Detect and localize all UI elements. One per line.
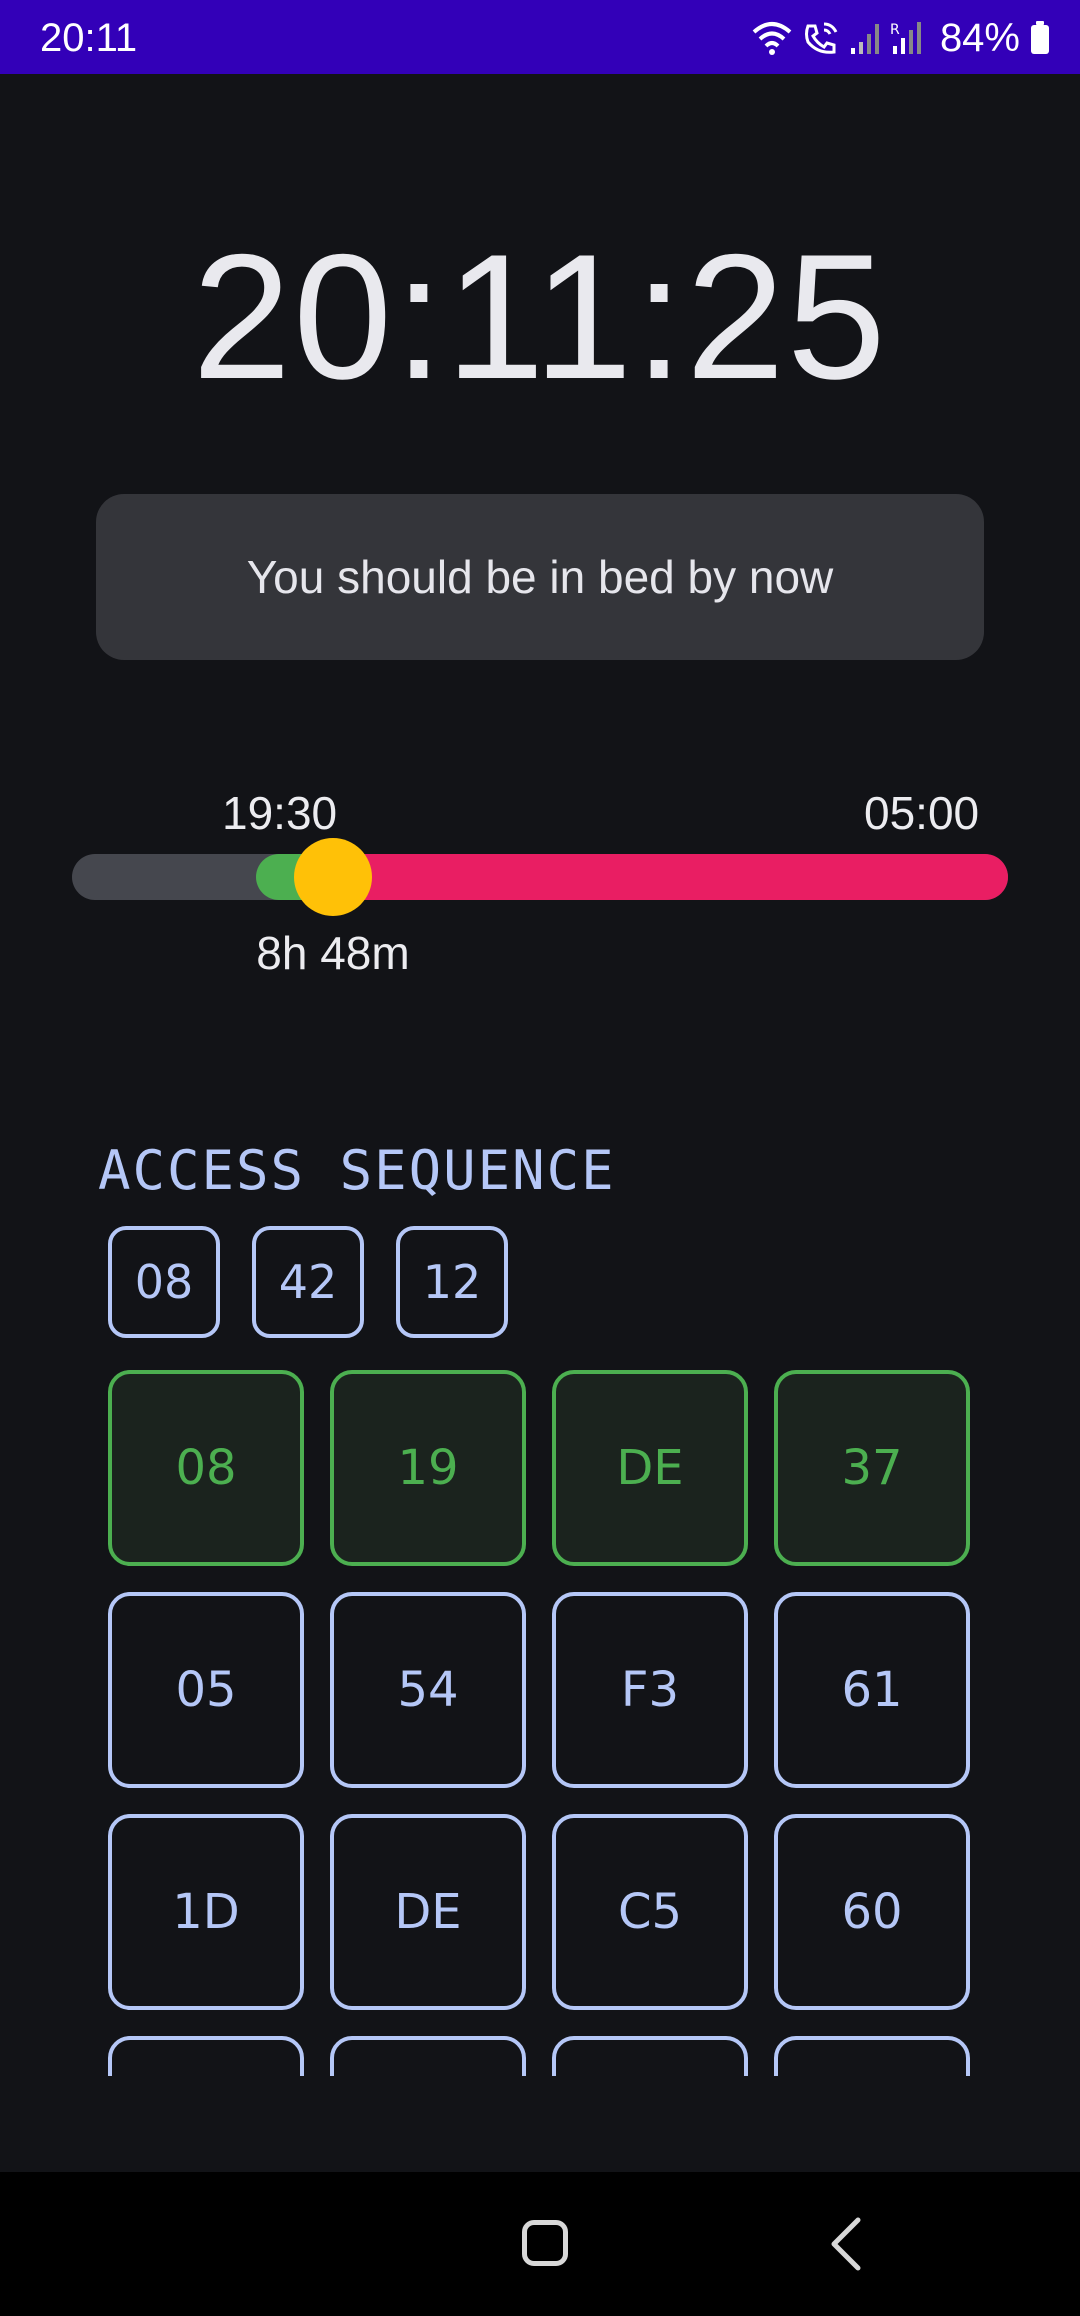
bedtime-message: You should be in bed by now (246, 551, 834, 603)
signal-icon (850, 20, 880, 56)
matrix-cell[interactable] (330, 2036, 526, 2076)
home-icon[interactable] (522, 2220, 568, 2266)
bedtime-message-card: You should be in bed by now (96, 494, 984, 660)
matrix-cell[interactable]: 08 (108, 1370, 304, 1566)
code-matrix: 08 19 DE 37 05 54 F3 61 1D DE C5 60 (0, 1360, 1080, 2076)
matrix-cell[interactable] (552, 2036, 748, 2076)
sleep-duration-label: 8h 48m (256, 927, 410, 979)
signal-roaming-icon: R (890, 20, 924, 56)
wifi-icon (752, 20, 792, 56)
access-sequence-title: ACCESS SEQUENCE (98, 1139, 616, 1202)
sequence-item: 42 (252, 1226, 364, 1338)
matrix-cell[interactable]: C5 (552, 1814, 748, 2010)
battery-icon (1030, 21, 1050, 55)
matrix-cell[interactable]: DE (330, 1814, 526, 2010)
back-icon[interactable] (828, 2216, 864, 2277)
matrix-cell[interactable]: 60 (774, 1814, 970, 2010)
current-time-display: 20:11:25 (192, 217, 888, 416)
matrix-cell[interactable]: 61 (774, 1592, 970, 1788)
matrix-cell[interactable]: 05 (108, 1592, 304, 1788)
svg-text:R: R (890, 22, 900, 38)
matrix-cell[interactable]: 19 (330, 1370, 526, 1566)
sleep-range-track (72, 854, 1008, 900)
matrix-cell[interactable] (774, 2036, 970, 2076)
matrix-cell[interactable]: DE (552, 1370, 748, 1566)
sequence-item: 12 (396, 1226, 508, 1338)
matrix-cell[interactable]: F3 (552, 1592, 748, 1788)
status-icons: R 84% (752, 14, 1050, 62)
wifi-calling-icon (802, 20, 840, 56)
status-bar: 20:11 R 84% (0, 0, 1080, 74)
matrix-cell[interactable]: 37 (774, 1370, 970, 1566)
navigation-bar (0, 2172, 1080, 2316)
matrix-cell[interactable] (108, 2036, 304, 2076)
range-start-label: 19:30 (222, 787, 338, 839)
sequence-item: 08 (108, 1226, 220, 1338)
battery-percentage: 84% (939, 16, 1020, 60)
matrix-cell[interactable]: 1D (108, 1814, 304, 2010)
range-end-label: 05:00 (864, 787, 980, 839)
matrix-cell[interactable]: 54 (330, 1592, 526, 1788)
status-time: 20:11 (40, 16, 138, 60)
remaining-segment (332, 854, 1008, 900)
sleep-range-thumb[interactable] (294, 838, 372, 916)
